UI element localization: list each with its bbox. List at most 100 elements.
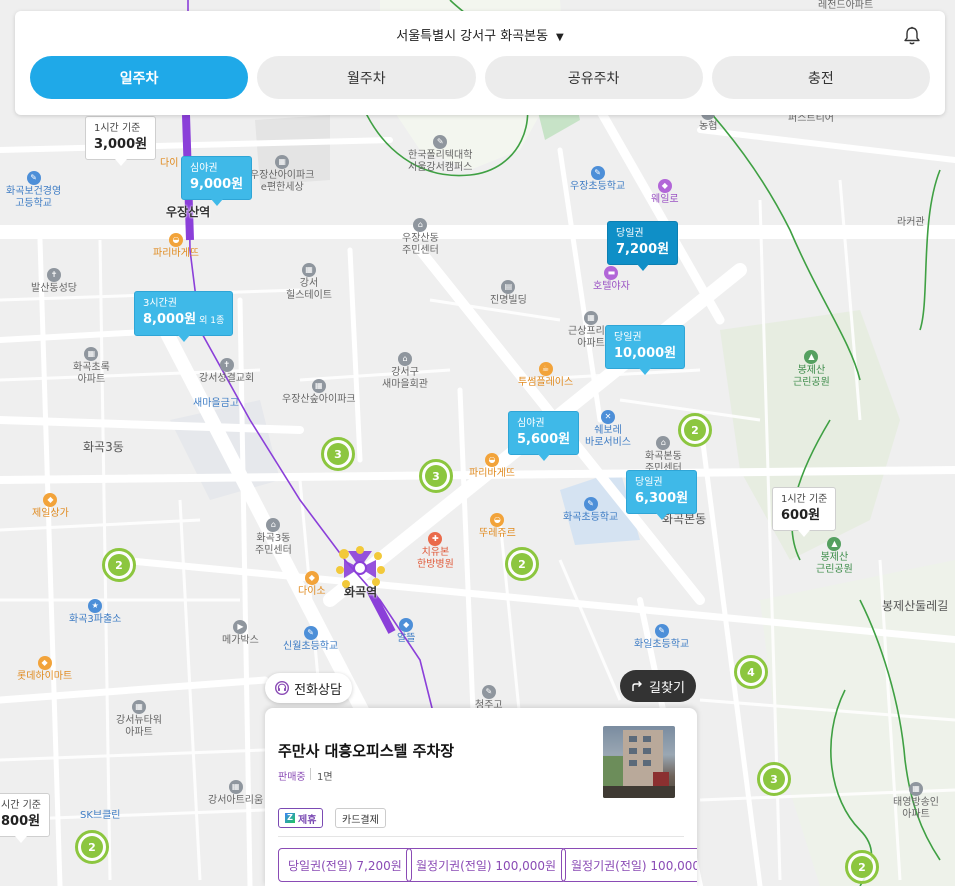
- poi-marker[interactable]: ✎ 화곡초등학교: [563, 497, 618, 524]
- price-kind: 당일권: [616, 228, 644, 239]
- parking-cluster-marker[interactable]: 3: [757, 762, 791, 796]
- poi-marker[interactable]: ☕ 투썸플레이스: [518, 362, 573, 389]
- phone-consult-label: 전화상담: [294, 682, 342, 698]
- poi-marker[interactable]: ◆ 다이소: [298, 571, 326, 598]
- phone-consult-button[interactable]: 전화상담: [265, 673, 352, 703]
- tab-daily-parking[interactable]: 일주차: [30, 56, 249, 99]
- cluster-count: 2: [108, 554, 130, 576]
- location-label: 서울특별시 강서구 화곡본동: [396, 29, 549, 44]
- top-panel: 서울특별시 강서구 화곡본동 ▼ 일주차 월주차 공유주차 충전: [15, 11, 945, 115]
- shop-icon: ◆: [399, 618, 414, 632]
- parking-cluster-marker[interactable]: 2: [102, 548, 136, 582]
- poi-label: 강서성결교회: [199, 373, 255, 384]
- parking-cluster-marker[interactable]: 3: [321, 437, 355, 471]
- poi-marker[interactable]: ▦ 강서아트리움: [208, 780, 263, 807]
- poi-label: 화일초등학교: [634, 639, 690, 650]
- lot-status: 판매중: [278, 772, 306, 783]
- poi-marker[interactable]: 새마을금고: [193, 398, 239, 410]
- poi-marker[interactable]: 라커관: [897, 217, 925, 229]
- poi-marker[interactable]: ▦ 강서뉴타워 아파트: [116, 700, 162, 739]
- poi-label: 화곡초록 아파트: [73, 362, 110, 385]
- poi-marker[interactable]: ✎ 화일초등학교: [634, 624, 689, 651]
- poi-marker[interactable]: ◒ 파리바게뜨: [469, 453, 515, 480]
- poi-marker[interactable]: 다이: [160, 158, 178, 170]
- directions-button[interactable]: 길찾기: [620, 670, 696, 702]
- parking-cluster-marker[interactable]: 2: [75, 830, 109, 864]
- bell-icon[interactable]: [903, 26, 921, 46]
- poi-label: 파리바게뜨: [469, 468, 515, 479]
- poi-marker[interactable]: ⌂ 강서구 새마을회관: [382, 352, 428, 391]
- headset-icon: [275, 681, 290, 695]
- tab-shared-parking[interactable]: 공유주차: [484, 56, 703, 99]
- poi-marker[interactable]: ✎ 신월초등학교: [283, 626, 338, 653]
- price-marker[interactable]: 당일권 10,000원: [605, 325, 686, 375]
- poi-marker[interactable]: ▶ 메가박스: [222, 620, 259, 647]
- price-marker[interactable]: 1시간 기준 600원: [772, 487, 837, 537]
- price-marker[interactable]: 3시간권 8,000원 외 1종: [134, 291, 234, 342]
- parking-cluster-marker[interactable]: 2: [678, 413, 712, 447]
- poi-label: 다이: [160, 158, 179, 169]
- location-selector[interactable]: 서울특별시 강서구 화곡본동 ▼: [15, 25, 945, 44]
- poi-marker[interactable]: ▦ 화곡초록 아파트: [73, 347, 110, 386]
- parking-cluster-marker[interactable]: 3: [419, 459, 453, 493]
- poi-label: 웨일로: [651, 194, 679, 205]
- bakery-icon: ◒: [490, 513, 505, 527]
- price-marker[interactable]: 시간 기준 800원: [0, 793, 50, 843]
- cluster-count: 3: [763, 768, 785, 790]
- lot-photo[interactable]: [603, 726, 675, 798]
- pass-option[interactable]: 월정기권(전일) 100,000원: [406, 848, 567, 882]
- poi-marker[interactable]: ✝ 강서성결교회: [199, 358, 254, 385]
- poi-marker[interactable]: ◆ 롯데하이마트: [17, 656, 72, 683]
- poi-marker[interactable]: ▬ 호텔야자: [593, 266, 630, 293]
- poi-marker[interactable]: ◒ 뚜레쥬르: [479, 513, 516, 540]
- parking-lot-card[interactable]: 주만사 대흥오피스텔 주차장 판매중 1면 Z 제휴 카드결제 당일권(전일) …: [265, 708, 697, 886]
- poi-marker[interactable]: ▦ 태영방송인 아파트: [893, 782, 939, 821]
- price-marker[interactable]: 1시간 기준 3,000원: [85, 116, 157, 166]
- poi-marker[interactable]: ▲ 봉제산 근린공원: [816, 537, 853, 576]
- building-photo: [603, 730, 675, 798]
- poi-label: 화곡보건경영 고등학교: [6, 186, 62, 209]
- poi-marker[interactable]: ✎ 우장초등학교: [570, 166, 625, 193]
- poi-marker[interactable]: ▤ 진명빌딩: [490, 280, 527, 307]
- school-icon: ✎: [654, 624, 669, 638]
- pass-option[interactable]: 당일권(전일) 7,200원: [278, 848, 412, 882]
- school-icon: ✎: [481, 685, 496, 699]
- station-label[interactable]: 우장산역: [166, 203, 210, 220]
- pass-option[interactable]: 월정기권(전일) 100,000원: [561, 848, 697, 882]
- poi-marker[interactable]: ✎ 화곡보건경영 고등학교: [6, 171, 61, 210]
- poi-label: 봉제산 근린공원: [816, 552, 853, 575]
- poi-marker[interactable]: ⌂ 화곡3동 주민센터: [255, 518, 292, 557]
- tab-charging[interactable]: 충전: [711, 56, 930, 99]
- directions-label: 길찾기: [649, 680, 685, 696]
- poi-marker[interactable]: ✚ 치유본 한방병원: [417, 532, 454, 571]
- poi-marker[interactable]: SK브클린: [80, 810, 121, 822]
- poi-marker[interactable]: ▲ 봉제산 근린공원: [793, 350, 830, 389]
- price-kind: 시간 기준: [1, 800, 41, 811]
- station-exit-cluster[interactable]: [336, 546, 386, 590]
- price-marker[interactable]: 심야권 5,600원: [508, 411, 580, 461]
- poi-marker[interactable]: ✎ 한국폴리텍대학 서울강서캠퍼스: [408, 135, 472, 174]
- parking-cluster-marker[interactable]: 2: [505, 547, 539, 581]
- poi-marker[interactable]: ★ 화곡3파출소: [69, 599, 121, 626]
- poi-marker[interactable]: ✝ 발산동성당: [31, 268, 77, 295]
- school-icon: ✎: [433, 135, 448, 149]
- poi-marker[interactable]: ⌂ 우장산동 주민센터: [402, 218, 439, 257]
- price-marker[interactable]: 심야권 9,000원: [181, 156, 253, 206]
- poi-marker[interactable]: ◆ 제일상가: [32, 493, 69, 520]
- price-marker[interactable]: 당일권 6,300원: [626, 470, 698, 520]
- poi-label: 우장초등학교: [570, 181, 626, 192]
- poi-marker[interactable]: ▦ 우장산숲아이파크: [282, 379, 356, 406]
- parking-cluster-marker[interactable]: 2: [845, 850, 879, 884]
- poi-marker[interactable]: ✕ 쉐보레 바로서비스: [585, 410, 631, 449]
- poi-label: 화곡초등학교: [563, 512, 619, 523]
- tab-monthly-parking[interactable]: 월주차: [257, 56, 476, 99]
- repair-icon: ✕: [601, 410, 615, 424]
- poi-marker[interactable]: ◒ 파리바게뜨: [153, 233, 199, 260]
- poi-marker[interactable]: ◆ 알뜰: [397, 618, 415, 645]
- poi-marker[interactable]: ◆ 웨일로: [651, 179, 679, 206]
- poi-marker[interactable]: ▦ 강서 힐스테이트: [286, 263, 332, 302]
- cluster-count: 2: [511, 553, 533, 575]
- price-marker-selected[interactable]: 당일권 7,200원: [607, 221, 679, 271]
- poi-marker[interactable]: ▦ 우장산아이파크 e편한세상: [250, 155, 314, 194]
- parking-cluster-marker[interactable]: 4: [734, 655, 768, 689]
